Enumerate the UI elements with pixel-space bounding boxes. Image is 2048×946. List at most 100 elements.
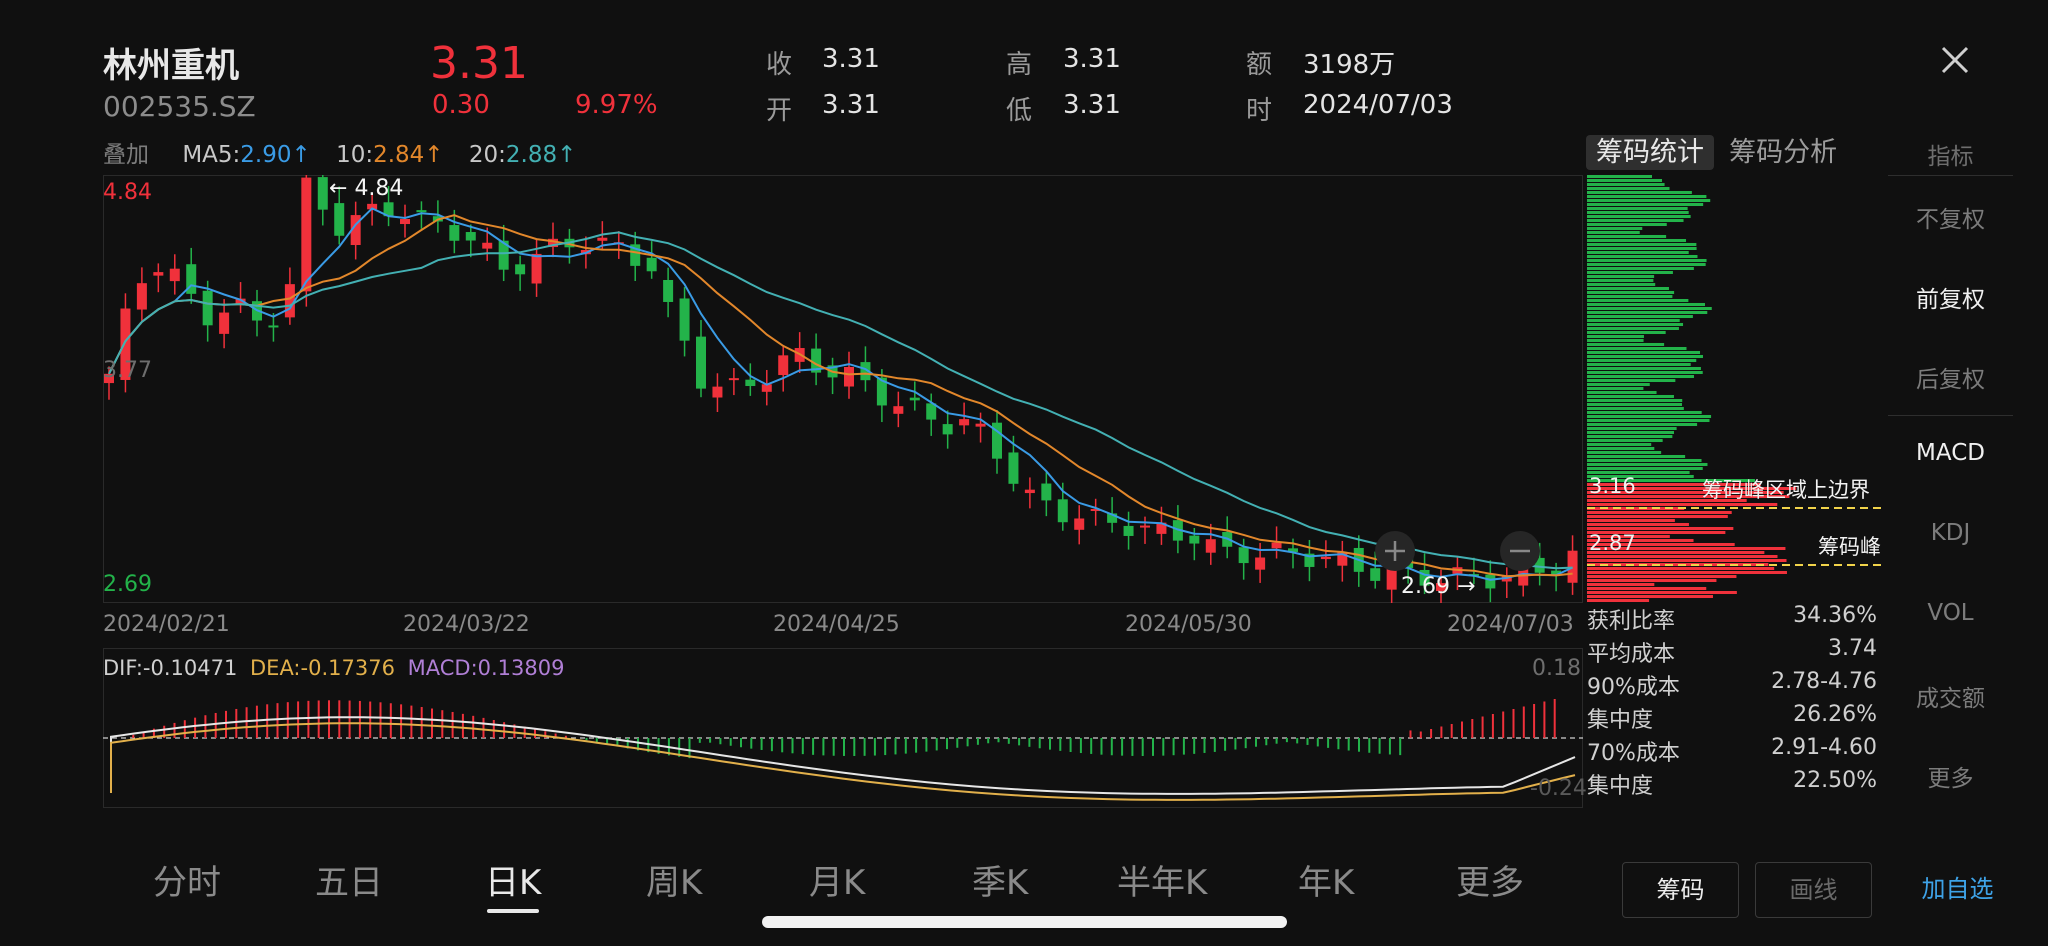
chip-bar xyxy=(1587,255,1697,258)
chip-bar xyxy=(1587,459,1702,462)
candle-body xyxy=(910,398,920,401)
tab-chip-stats[interactable]: 筹码统计 xyxy=(1586,135,1714,170)
chip-bar xyxy=(1587,423,1697,426)
chip-bar xyxy=(1587,351,1700,354)
stat-concentration-70: 集中度 22.50% xyxy=(1587,768,1877,800)
tab-chip-analysis[interactable]: 筹码分析 xyxy=(1719,135,1847,170)
chip-bar xyxy=(1587,327,1679,330)
stat-label: 集中度 xyxy=(1587,774,1653,799)
home-indicator xyxy=(762,916,1287,928)
side-item-backward-adjust[interactable]: 后复权 xyxy=(1888,360,2013,394)
chip-upper-label: 3.16 xyxy=(1589,474,1636,498)
date-label-1: 2024/02/21 xyxy=(103,612,230,637)
chip-button[interactable]: 筹码 xyxy=(1622,862,1739,918)
quote-close-value: 3.31 xyxy=(822,44,880,74)
chip-bar xyxy=(1587,415,1711,418)
side-item-kdj[interactable]: KDJ xyxy=(1888,520,2013,546)
chip-bar xyxy=(1587,243,1696,246)
stat-value: 3.74 xyxy=(1828,636,1877,661)
close-button[interactable] xyxy=(1935,40,1975,80)
side-item-macd[interactable]: MACD xyxy=(1888,440,2013,466)
chip-bar xyxy=(1587,407,1684,410)
chip-bar xyxy=(1587,599,1649,602)
chip-bar xyxy=(1587,575,1736,578)
overlay-label[interactable]: 叠加 xyxy=(103,142,149,168)
quote-amount-label: 额 xyxy=(1246,44,1272,81)
chip-bar xyxy=(1587,223,1667,226)
candle-body xyxy=(1239,547,1249,563)
plus-icon xyxy=(1375,531,1415,571)
candle-body xyxy=(696,337,706,389)
chip-bar xyxy=(1587,395,1674,398)
add-watchlist-button[interactable]: 加自选 xyxy=(1890,862,2025,916)
candle-body xyxy=(416,210,426,212)
date-label-4: 2024/05/30 xyxy=(1125,612,1252,637)
chip-bar xyxy=(1587,587,1706,590)
chip-bar xyxy=(1587,179,1662,182)
chip-bar xyxy=(1587,367,1701,370)
tab-five-day[interactable]: 五日 xyxy=(315,855,383,904)
ma5-label: MA5: xyxy=(182,142,240,168)
candle-body xyxy=(515,264,525,274)
chip-bar xyxy=(1587,251,1689,254)
tab-yearly-k[interactable]: 年K xyxy=(1298,855,1354,904)
tab-quarterly-k[interactable]: 季K xyxy=(972,855,1028,904)
tab-daily-k[interactable]: 日K xyxy=(485,855,541,904)
candle-body xyxy=(153,272,163,276)
candle-body xyxy=(334,203,344,236)
zoom-out-button[interactable] xyxy=(1500,531,1540,571)
stat-label: 70%成本 xyxy=(1587,741,1680,766)
tab-half-year-k[interactable]: 半年K xyxy=(1117,855,1207,904)
draw-line-button[interactable]: 画线 xyxy=(1755,862,1872,918)
tab-monthly-k[interactable]: 月K xyxy=(809,855,865,904)
tab-weekly-k[interactable]: 周K xyxy=(646,855,702,904)
tab-intraday[interactable]: 分时 xyxy=(153,855,221,904)
stat-cost-90: 90%成本 2.78-4.76 xyxy=(1587,669,1877,701)
candle-body xyxy=(680,298,690,340)
candle-body xyxy=(712,387,722,398)
chip-bar xyxy=(1587,227,1642,230)
chip-bar xyxy=(1587,235,1666,238)
stock-name: 林州重机 xyxy=(103,38,239,87)
chip-bar xyxy=(1587,219,1684,222)
side-divider xyxy=(1888,175,2013,176)
zoom-in-button[interactable] xyxy=(1375,531,1415,571)
candle-body xyxy=(745,380,755,386)
chip-bar xyxy=(1587,447,1654,450)
kline-chart[interactable] xyxy=(103,175,1583,603)
side-item-vol[interactable]: VOL xyxy=(1888,600,2013,626)
side-item-no-adjust[interactable]: 不复权 xyxy=(1888,200,2013,234)
side-item-forward-adjust[interactable]: 前复权 xyxy=(1888,280,2013,314)
price-change: 0.30 xyxy=(432,90,490,120)
chip-bar xyxy=(1587,571,1787,574)
candle-body xyxy=(1041,484,1051,501)
candle-body xyxy=(959,419,969,425)
candle-body xyxy=(466,232,476,240)
chip-bar xyxy=(1587,523,1689,526)
side-item-turnover[interactable]: 成交额 xyxy=(1888,679,2013,713)
chip-bar xyxy=(1587,419,1709,422)
chip-bar xyxy=(1587,519,1675,522)
active-tab-indicator xyxy=(487,909,539,913)
stat-value: 2.91-4.60 xyxy=(1771,735,1877,760)
candle-body xyxy=(482,243,492,249)
stat-profit-ratio: 获利比率 34.36% xyxy=(1587,603,1877,635)
quote-amount-value: 3198万 xyxy=(1303,44,1395,81)
side-item-more[interactable]: 更多 xyxy=(1888,759,2013,793)
stat-avg-cost: 平均成本 3.74 xyxy=(1587,636,1877,668)
chip-bar xyxy=(1587,183,1665,186)
candle-body xyxy=(1321,557,1331,559)
chip-bar xyxy=(1587,363,1691,366)
chip-bar xyxy=(1587,259,1707,262)
candle-body xyxy=(1272,543,1282,549)
chip-bar xyxy=(1587,375,1694,378)
candle-body xyxy=(1074,518,1084,529)
ma20-label: 20: xyxy=(469,142,506,168)
tab-more[interactable]: 更多 xyxy=(1456,855,1524,904)
chip-bar xyxy=(1587,467,1703,470)
candle-body xyxy=(1140,526,1150,528)
candle-body xyxy=(301,178,311,292)
candle-body xyxy=(1025,490,1035,493)
candle-body xyxy=(1058,499,1068,522)
ma-legend: 叠加 MA5:2.90↑ 10:2.84↑ 20:2.88↑ xyxy=(103,135,582,169)
